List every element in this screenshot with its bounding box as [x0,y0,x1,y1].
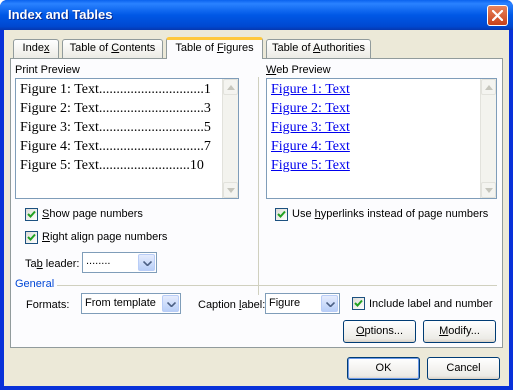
include-label-text[interactable]: Include label and number [369,298,493,310]
title-bar[interactable]: Index and Tables [0,0,513,30]
checkmark-icon [27,233,36,241]
tab-table-of-authorities[interactable]: Table of Authorities [266,39,371,58]
formats-label: Formats: [26,299,70,311]
formats-select[interactable]: From template [81,293,181,314]
dropdown-button[interactable] [321,295,338,312]
options-button[interactable]: Options... [343,320,416,343]
tab-leader-select[interactable]: ........ [82,252,157,273]
pane-divider [258,77,259,295]
web-preview-label: Web Preview [266,64,331,76]
caption-label-label: Caption label: [198,299,266,311]
general-separator [57,285,497,286]
right-align-page-numbers-checkbox[interactable] [25,231,38,244]
close-icon [492,10,503,21]
caption-label-select[interactable]: Figure [265,293,340,314]
print-preview-label: Print Preview [15,64,80,76]
modify-button[interactable]: Modify... [423,320,496,343]
web-preview-scrollbar[interactable] [480,79,496,198]
right-align-page-numbers-label[interactable]: Right align page numbers [42,231,167,243]
web-preview-link-3: Figure 3: Text [271,120,350,135]
dialog-window: Index and Tables Index Table of Contents… [0,0,513,390]
print-preview-entry-2: Figure 2: Text..........................… [20,101,211,116]
chevron-down-icon [227,188,235,193]
use-hyperlinks-checkbox[interactable] [275,208,288,221]
cancel-button[interactable]: Cancel [427,357,500,380]
web-preview-link-5: Figure 5: Text [271,158,350,173]
chevron-up-icon [227,85,235,90]
tab-table-of-contents[interactable]: Table of Contents [62,39,163,58]
tab-index[interactable]: Index [13,39,59,58]
checkmark-icon [27,210,36,218]
print-preview-entry-1: Figure 1: Text..........................… [20,82,211,97]
show-page-numbers-checkbox[interactable] [25,208,38,221]
chevron-down-icon [326,302,335,307]
chevron-down-icon [485,188,493,193]
window-title: Index and Tables [8,7,113,22]
web-preview-link-1: Figure 1: Text [271,82,350,97]
checkmark-icon [354,299,363,307]
ok-button[interactable]: OK [347,357,420,380]
dialog-body: Index Table of Contents Table of Figures… [4,30,509,386]
general-group-label: General [15,278,55,290]
web-preview-box[interactable]: Figure 1: Text Figure 2: Text Figure 3: … [266,78,497,199]
dropdown-button[interactable] [138,254,155,271]
tab-table-of-figures[interactable]: Table of Figures [166,37,263,59]
chevron-down-icon [143,261,152,266]
scroll-up-button[interactable] [223,79,238,95]
web-preview-link-4: Figure 4: Text [271,139,350,154]
scroll-down-button[interactable] [481,182,496,198]
print-preview-entry-4: Figure 4: Text..........................… [20,139,211,154]
dropdown-button[interactable] [162,295,179,312]
chevron-up-icon [485,85,493,90]
web-preview-link-2: Figure 2: Text [271,101,350,116]
chevron-down-icon [167,302,176,307]
checkmark-icon [277,210,286,218]
print-preview-scrollbar[interactable] [222,79,238,198]
print-preview-entry-5: Figure 5: Text..........................… [20,158,204,173]
print-preview-entry-3: Figure 3: Text..........................… [20,120,211,135]
close-button[interactable] [487,5,508,26]
include-label-checkbox[interactable] [352,297,365,310]
tab-leader-label: Tab leader: [25,258,80,270]
use-hyperlinks-label[interactable]: Use hyperlinks instead of page numbers [292,208,488,220]
scroll-up-button[interactable] [481,79,496,95]
print-preview-box[interactable]: Figure 1: Text..........................… [15,78,239,199]
scroll-down-button[interactable] [223,182,238,198]
show-page-numbers-label[interactable]: Show page numbers [42,208,143,220]
tab-panel: Print Preview Figure 1: Text............… [10,58,503,348]
